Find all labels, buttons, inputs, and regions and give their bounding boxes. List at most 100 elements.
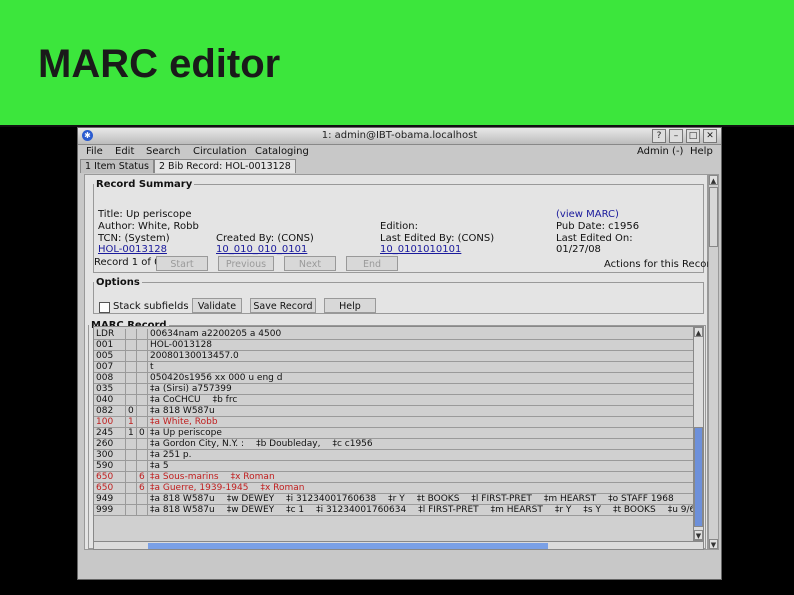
validate-button[interactable]: Validate bbox=[192, 298, 242, 313]
marc-tag-cell[interactable]: 949 bbox=[94, 494, 126, 504]
marc-ind2-cell[interactable] bbox=[137, 406, 148, 416]
marc-ind2-cell[interactable] bbox=[137, 373, 148, 383]
marc-tag-cell[interactable]: 999 bbox=[94, 505, 126, 515]
marc-field-row[interactable]: 650 6 ‡a Sous-marins ‡x Roman bbox=[94, 472, 694, 483]
marc-ind2-cell[interactable] bbox=[137, 395, 148, 405]
created-by-value[interactable]: 10_010_010_0101 bbox=[216, 244, 307, 255]
marc-tag-cell[interactable]: 300 bbox=[94, 450, 126, 460]
marc-subfield[interactable]: ‡u 9/6 bbox=[668, 505, 694, 515]
marc-ind2-cell[interactable]: 6 bbox=[137, 483, 148, 493]
marc-data-cell[interactable]: ‡a Up periscope bbox=[148, 428, 694, 438]
marc-tag-cell[interactable]: 035 bbox=[94, 384, 126, 394]
start-button[interactable]: Start bbox=[156, 256, 208, 271]
marc-subfield[interactable]: ‡w DEWEY bbox=[227, 505, 274, 515]
marc-field-row[interactable]: LDR 00634nam a2200205 a 4500 bbox=[94, 329, 694, 340]
marc-tag-cell[interactable]: 082 bbox=[94, 406, 126, 416]
marc-data-cell[interactable]: ‡a 818 W587u ‡w DEWEY ‡c 1 ‡i 3123400176063… bbox=[148, 505, 694, 515]
panel-scroll-thumb[interactable] bbox=[709, 187, 718, 247]
marc-grid-scroll-thumb[interactable] bbox=[694, 427, 703, 527]
marc-subfield[interactable]: ‡a Gordon City, N.Y. : bbox=[150, 439, 244, 449]
marc-subfield[interactable]: ‡b frc bbox=[213, 395, 238, 405]
marc-field-row[interactable]: 008 050420s1956 xx 000 u eng d bbox=[94, 373, 694, 384]
maximize-button[interactable]: □ bbox=[686, 129, 700, 143]
marc-tag-cell[interactable]: 001 bbox=[94, 340, 126, 350]
stack-subfields-checkbox[interactable] bbox=[99, 302, 110, 313]
marc-data-cell[interactable]: 00634nam a2200205 a 4500 bbox=[148, 329, 694, 339]
marc-subfield[interactable]: ‡l FIRST-PRET bbox=[418, 505, 478, 515]
marc-data-cell[interactable]: ‡a 818 W587u bbox=[148, 406, 694, 416]
marc-subfield[interactable]: ‡m HEARST bbox=[544, 494, 596, 504]
marc-field-row[interactable]: 082 0 ‡a 818 W587u bbox=[94, 406, 694, 417]
marc-subfield[interactable]: ‡o STAFF 1968 bbox=[608, 494, 674, 504]
marc-tag-cell[interactable]: 650 bbox=[94, 483, 126, 493]
marc-subfield[interactable]: ‡a 818 W587u bbox=[150, 505, 215, 515]
marc-tag-cell[interactable]: 005 bbox=[94, 351, 126, 361]
marc-field-row[interactable]: 245 1 0 ‡a Up periscope bbox=[94, 428, 694, 439]
marc-ind2-cell[interactable] bbox=[137, 340, 148, 350]
marc-data-cell[interactable]: ‡a 5 bbox=[148, 461, 694, 471]
marc-subfield[interactable]: ‡r Y bbox=[388, 494, 405, 504]
scroll-up-icon[interactable]: ▲ bbox=[694, 327, 703, 337]
marc-ind1-cell[interactable] bbox=[126, 505, 137, 515]
marc-subfield[interactable]: ‡l FIRST-PRET bbox=[471, 494, 531, 504]
marc-subfield[interactable]: ‡x Roman bbox=[231, 472, 275, 482]
marc-data-cell[interactable]: t bbox=[148, 362, 694, 372]
marc-ind1-cell[interactable] bbox=[126, 450, 137, 460]
last-edited-by-value[interactable]: 10_0101010101 bbox=[380, 244, 461, 255]
menu-search[interactable]: Search bbox=[146, 146, 180, 157]
marc-ind1-cell[interactable] bbox=[126, 461, 137, 471]
marc-tag-cell[interactable]: 040 bbox=[94, 395, 126, 405]
marc-data-cell[interactable]: ‡a 818 W587u ‡w DEWEY ‡i 31234001760638 ‡r … bbox=[148, 494, 694, 504]
marc-field-row[interactable]: 999 ‡a 818 W587u ‡w DEWEY ‡c 1 ‡i 3123400176… bbox=[94, 505, 694, 516]
marc-ind2-cell[interactable]: 0 bbox=[137, 428, 148, 438]
marc-tag-cell[interactable]: 100 bbox=[94, 417, 126, 427]
marc-data-cell[interactable]: HOL-0013128 bbox=[148, 340, 694, 350]
marc-ind1-cell[interactable] bbox=[126, 373, 137, 383]
marc-subfield[interactable]: ‡a 5 bbox=[150, 461, 169, 471]
marc-tag-cell[interactable]: 008 bbox=[94, 373, 126, 383]
marc-ind2-cell[interactable] bbox=[137, 450, 148, 460]
marc-data-cell[interactable]: 050420s1956 xx 000 u eng d bbox=[148, 373, 694, 383]
close-button[interactable]: ✕ bbox=[703, 129, 717, 143]
marc-subfield[interactable]: ‡x Roman bbox=[260, 483, 304, 493]
tab-item-status[interactable]: 1 Item Status bbox=[80, 159, 154, 173]
marc-subfield[interactable]: ‡b Doubleday, bbox=[256, 439, 320, 449]
marc-field-row[interactable]: 949 ‡a 818 W587u ‡w DEWEY ‡i 31234001760638… bbox=[94, 494, 694, 505]
marc-data-cell[interactable]: ‡a Sous-marins ‡x Roman bbox=[148, 472, 694, 482]
marc-ind2-cell[interactable] bbox=[137, 329, 148, 339]
marc-field-row[interactable]: 035 ‡a (Sirsi) a757399 bbox=[94, 384, 694, 395]
minimize-button[interactable]: – bbox=[669, 129, 683, 143]
marc-grid-scrollbar[interactable]: ▲ ▼ bbox=[693, 326, 704, 541]
marc-ind2-cell[interactable] bbox=[137, 384, 148, 394]
marc-data-cell[interactable]: 20080130013457.0 bbox=[148, 351, 694, 361]
marc-ind1-cell[interactable] bbox=[126, 439, 137, 449]
menu-cataloging[interactable]: Cataloging bbox=[255, 146, 309, 157]
previous-button[interactable]: Previous bbox=[218, 256, 274, 271]
marc-subfield[interactable]: ‡m HEARST bbox=[491, 505, 543, 515]
actions-menu[interactable]: Actions for this Record bbox=[604, 259, 717, 270]
marc-ind1-cell[interactable] bbox=[126, 494, 137, 504]
marc-ind2-cell[interactable] bbox=[137, 439, 148, 449]
marc-field-row[interactable]: 005 20080130013457.0 bbox=[94, 351, 694, 362]
marc-subfield[interactable]: ‡a CoCHCU bbox=[150, 395, 201, 405]
marc-ind1-cell[interactable] bbox=[126, 340, 137, 350]
marc-ind1-cell[interactable] bbox=[126, 351, 137, 361]
panel-scrollbar[interactable]: ▲ ▼ bbox=[708, 174, 719, 550]
marc-ind2-cell[interactable]: 6 bbox=[137, 472, 148, 482]
marc-data-cell[interactable]: ‡a 251 p. bbox=[148, 450, 694, 460]
marc-subfield[interactable]: ‡c c1956 bbox=[332, 439, 372, 449]
marc-subfield[interactable]: ‡a White, Robb bbox=[150, 417, 218, 427]
marc-tag-cell[interactable]: LDR bbox=[94, 329, 126, 339]
tab-bib-record[interactable]: 2 Bib Record: HOL-0013128 bbox=[153, 159, 296, 173]
marc-ind1-cell[interactable] bbox=[126, 362, 137, 372]
marc-ind1-cell[interactable] bbox=[126, 384, 137, 394]
marc-data-cell[interactable]: ‡a White, Robb bbox=[148, 417, 694, 427]
next-button[interactable]: Next bbox=[284, 256, 336, 271]
marc-ind1-cell[interactable] bbox=[126, 329, 137, 339]
marc-data-cell[interactable]: ‡a Gordon City, N.Y. : ‡b Doubleday, ‡c c1… bbox=[148, 439, 694, 449]
marc-ind2-cell[interactable] bbox=[137, 351, 148, 361]
panel-scroll-up-icon[interactable]: ▲ bbox=[709, 175, 718, 185]
tcn-value[interactable]: HOL-0013128 bbox=[98, 244, 167, 255]
marc-subfield[interactable]: ‡i 31234001760638 bbox=[286, 494, 376, 504]
marc-ind1-cell[interactable] bbox=[126, 472, 137, 482]
